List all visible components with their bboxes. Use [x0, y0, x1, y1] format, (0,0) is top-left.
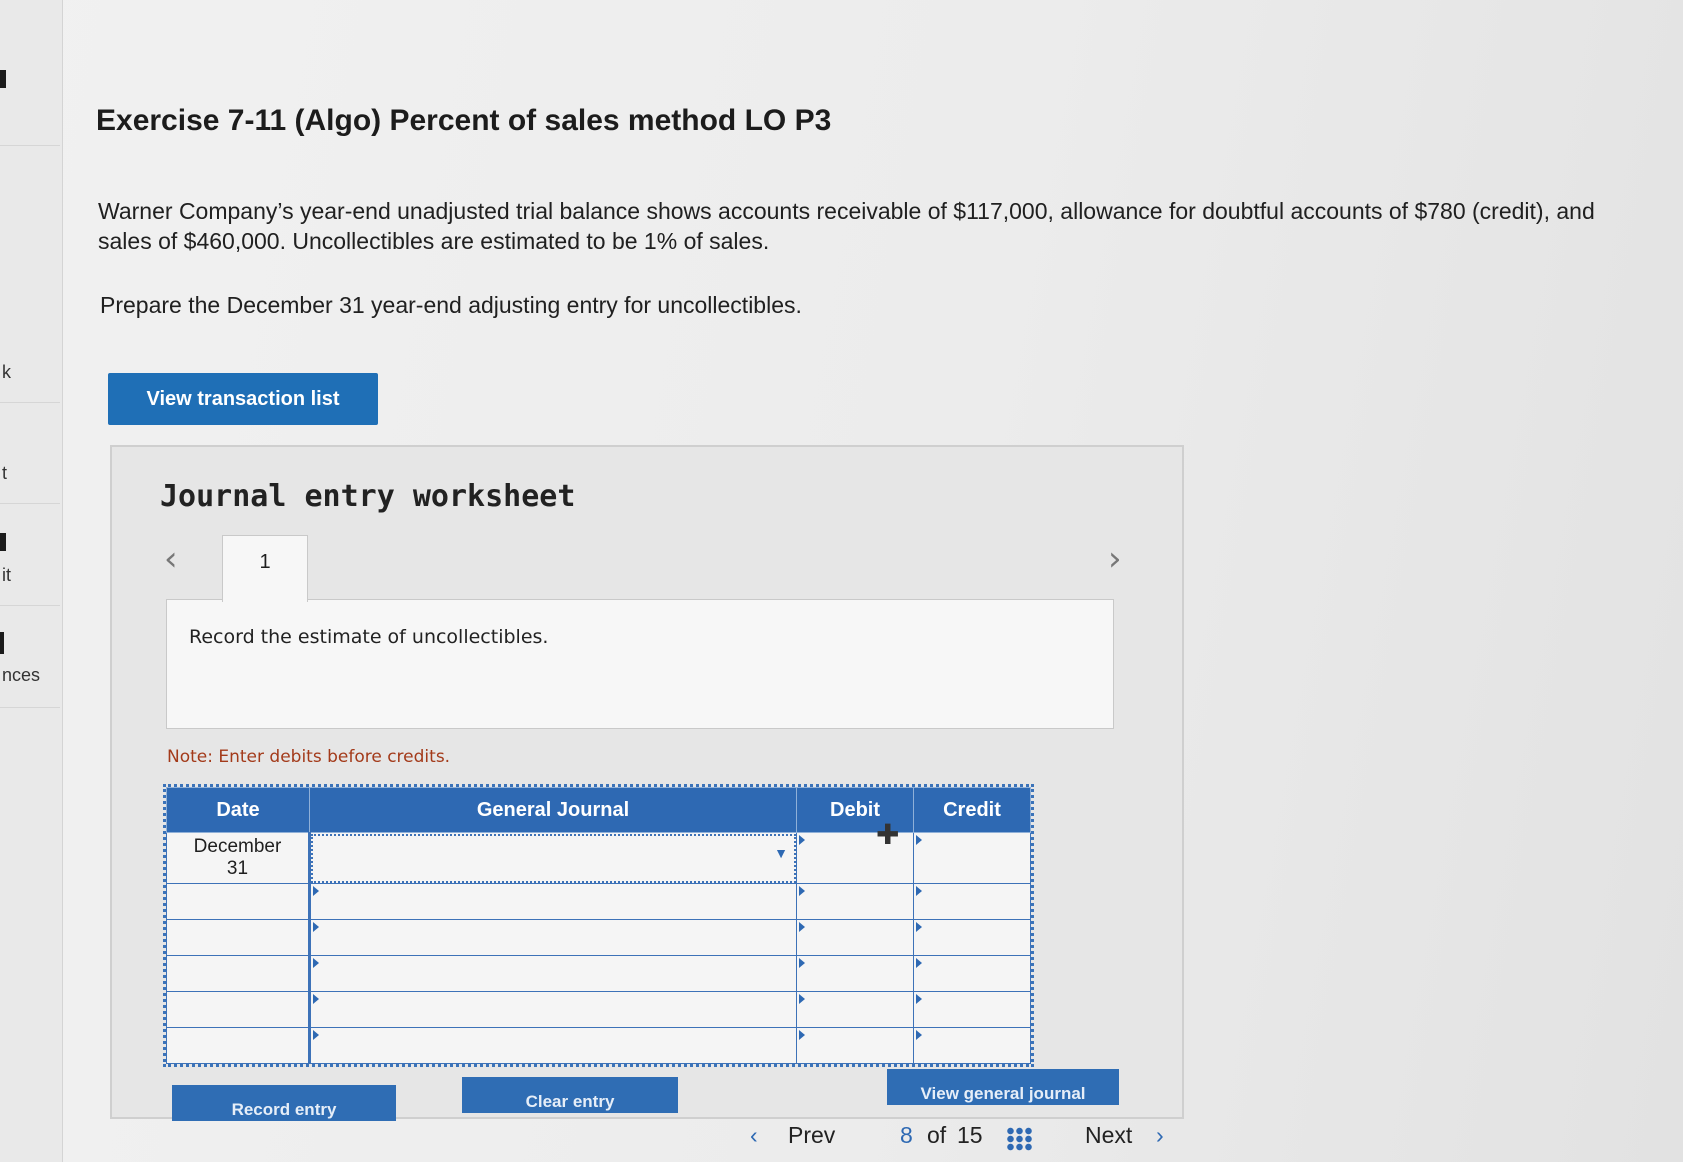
- credit-input[interactable]: [913, 955, 1031, 992]
- date-cell: [166, 883, 310, 920]
- cell-marker-icon: [916, 835, 922, 845]
- cell-marker-icon: [916, 922, 922, 932]
- date-cell: [166, 955, 310, 992]
- cell-marker-icon: [313, 958, 319, 968]
- account-select[interactable]: [308, 991, 797, 1028]
- current-page: 8: [900, 1122, 913, 1148]
- page-of: of: [927, 1122, 947, 1148]
- debit-input[interactable]: [796, 991, 914, 1028]
- cell-marker-icon: [916, 994, 922, 1004]
- view-transaction-list-button[interactable]: View transaction list: [108, 373, 378, 425]
- table-row: [166, 919, 1031, 956]
- cell-marker-icon: [313, 994, 319, 1004]
- date-cell: [166, 991, 310, 1028]
- debit-input[interactable]: [796, 955, 914, 992]
- worksheet-description: Record the estimate of uncollectibles.: [189, 626, 549, 648]
- credit-column-header: Credit: [913, 787, 1031, 833]
- left-sidebar: k t it nces: [0, 0, 63, 1162]
- sidebar-item-label: nces: [2, 665, 41, 685]
- cell-marker-icon: [313, 1030, 319, 1040]
- sidebar-item-label: it: [2, 565, 11, 585]
- account-select[interactable]: [308, 955, 797, 992]
- account-select[interactable]: [308, 883, 797, 920]
- sidebar-item-label: t: [2, 463, 8, 483]
- exercise-title: Exercise 7-11 (Algo) Percent of sales me…: [96, 104, 832, 137]
- journal-note: Note: Enter debits before credits.: [167, 747, 451, 767]
- view-general-journal-button[interactable]: View general journal: [887, 1069, 1119, 1105]
- exercise-instruction: Prepare the December 31 year-end adjusti…: [100, 292, 802, 318]
- sidebar-item-label: k: [2, 362, 11, 382]
- debit-input[interactable]: [796, 919, 914, 956]
- journal-entry-worksheet: Journal entry worksheet ‹ › 1 Record the…: [110, 445, 1184, 1121]
- account-select[interactable]: [308, 1027, 797, 1064]
- cell-marker-icon: [313, 886, 319, 896]
- grid-icon[interactable]: [1006, 1127, 1032, 1151]
- credit-input[interactable]: [913, 832, 1031, 884]
- general-journal-column-header: General Journal: [309, 787, 797, 833]
- credit-input[interactable]: [913, 1027, 1031, 1064]
- worksheet-title: Journal entry worksheet: [160, 479, 576, 514]
- cell-marker-icon: [799, 958, 805, 968]
- chevron-right-icon[interactable]: ›: [1108, 539, 1122, 579]
- debit-input[interactable]: [796, 883, 914, 920]
- debit-input[interactable]: [796, 1027, 914, 1064]
- table-row: [166, 1027, 1031, 1064]
- pagination-footer: ‹ Prev 8 of 15 Next ›: [0, 1112, 1683, 1162]
- chevron-left-icon[interactable]: ‹: [164, 539, 178, 579]
- prev-link[interactable]: Prev: [788, 1122, 835, 1149]
- credit-input[interactable]: [913, 883, 1031, 920]
- worksheet-tab-1[interactable]: 1: [222, 535, 308, 602]
- cell-marker-icon: [799, 886, 805, 896]
- sidebar-item-3[interactable]: it: [0, 505, 60, 606]
- next-link[interactable]: Next: [1085, 1122, 1132, 1149]
- total-pages: 15: [957, 1122, 983, 1148]
- date-cell: [166, 919, 310, 956]
- date-column-header: Date: [166, 787, 310, 833]
- date-cell: December 31: [166, 832, 310, 884]
- cell-marker-icon: [799, 994, 805, 1004]
- account-select[interactable]: ▼: [308, 832, 797, 884]
- chevron-right-icon[interactable]: ›: [1156, 1122, 1164, 1149]
- table-row: December 31 ▼: [166, 832, 1031, 884]
- sidebar-item-2[interactable]: t: [0, 403, 60, 504]
- cell-marker-icon: [916, 958, 922, 968]
- account-select[interactable]: [308, 919, 797, 956]
- sidebar-item-1[interactable]: k: [0, 302, 60, 403]
- table-row: [166, 955, 1031, 992]
- cell-marker-icon: [799, 922, 805, 932]
- table-row: [166, 883, 1031, 920]
- cell-marker-icon: [916, 1030, 922, 1040]
- chevron-left-icon[interactable]: ‹: [750, 1122, 758, 1149]
- credit-input[interactable]: [913, 991, 1031, 1028]
- cell-marker-icon: [799, 835, 805, 845]
- cell-marker-icon: [916, 886, 922, 896]
- worksheet-description-panel: Record the estimate of uncollectibles.: [166, 599, 1114, 729]
- sidebar-marker: [0, 70, 6, 88]
- cell-marker-icon: [313, 922, 319, 932]
- date-cell: [166, 1027, 310, 1064]
- credit-input[interactable]: [913, 919, 1031, 956]
- journal-table: Date General Journal Debit Credit Decemb…: [163, 784, 1034, 1067]
- exercise-prompt: Warner Company’s year-end unadjusted tri…: [98, 198, 1595, 254]
- sidebar-tab-top[interactable]: [0, 0, 60, 146]
- clear-entry-button[interactable]: Clear entry: [462, 1077, 678, 1113]
- caret-down-icon[interactable]: ▼: [774, 845, 788, 861]
- sidebar-item-4[interactable]: nces: [0, 607, 60, 708]
- table-row: [166, 991, 1031, 1028]
- move-cursor-icon: ✚: [876, 818, 900, 851]
- cell-marker-icon: [799, 1030, 805, 1040]
